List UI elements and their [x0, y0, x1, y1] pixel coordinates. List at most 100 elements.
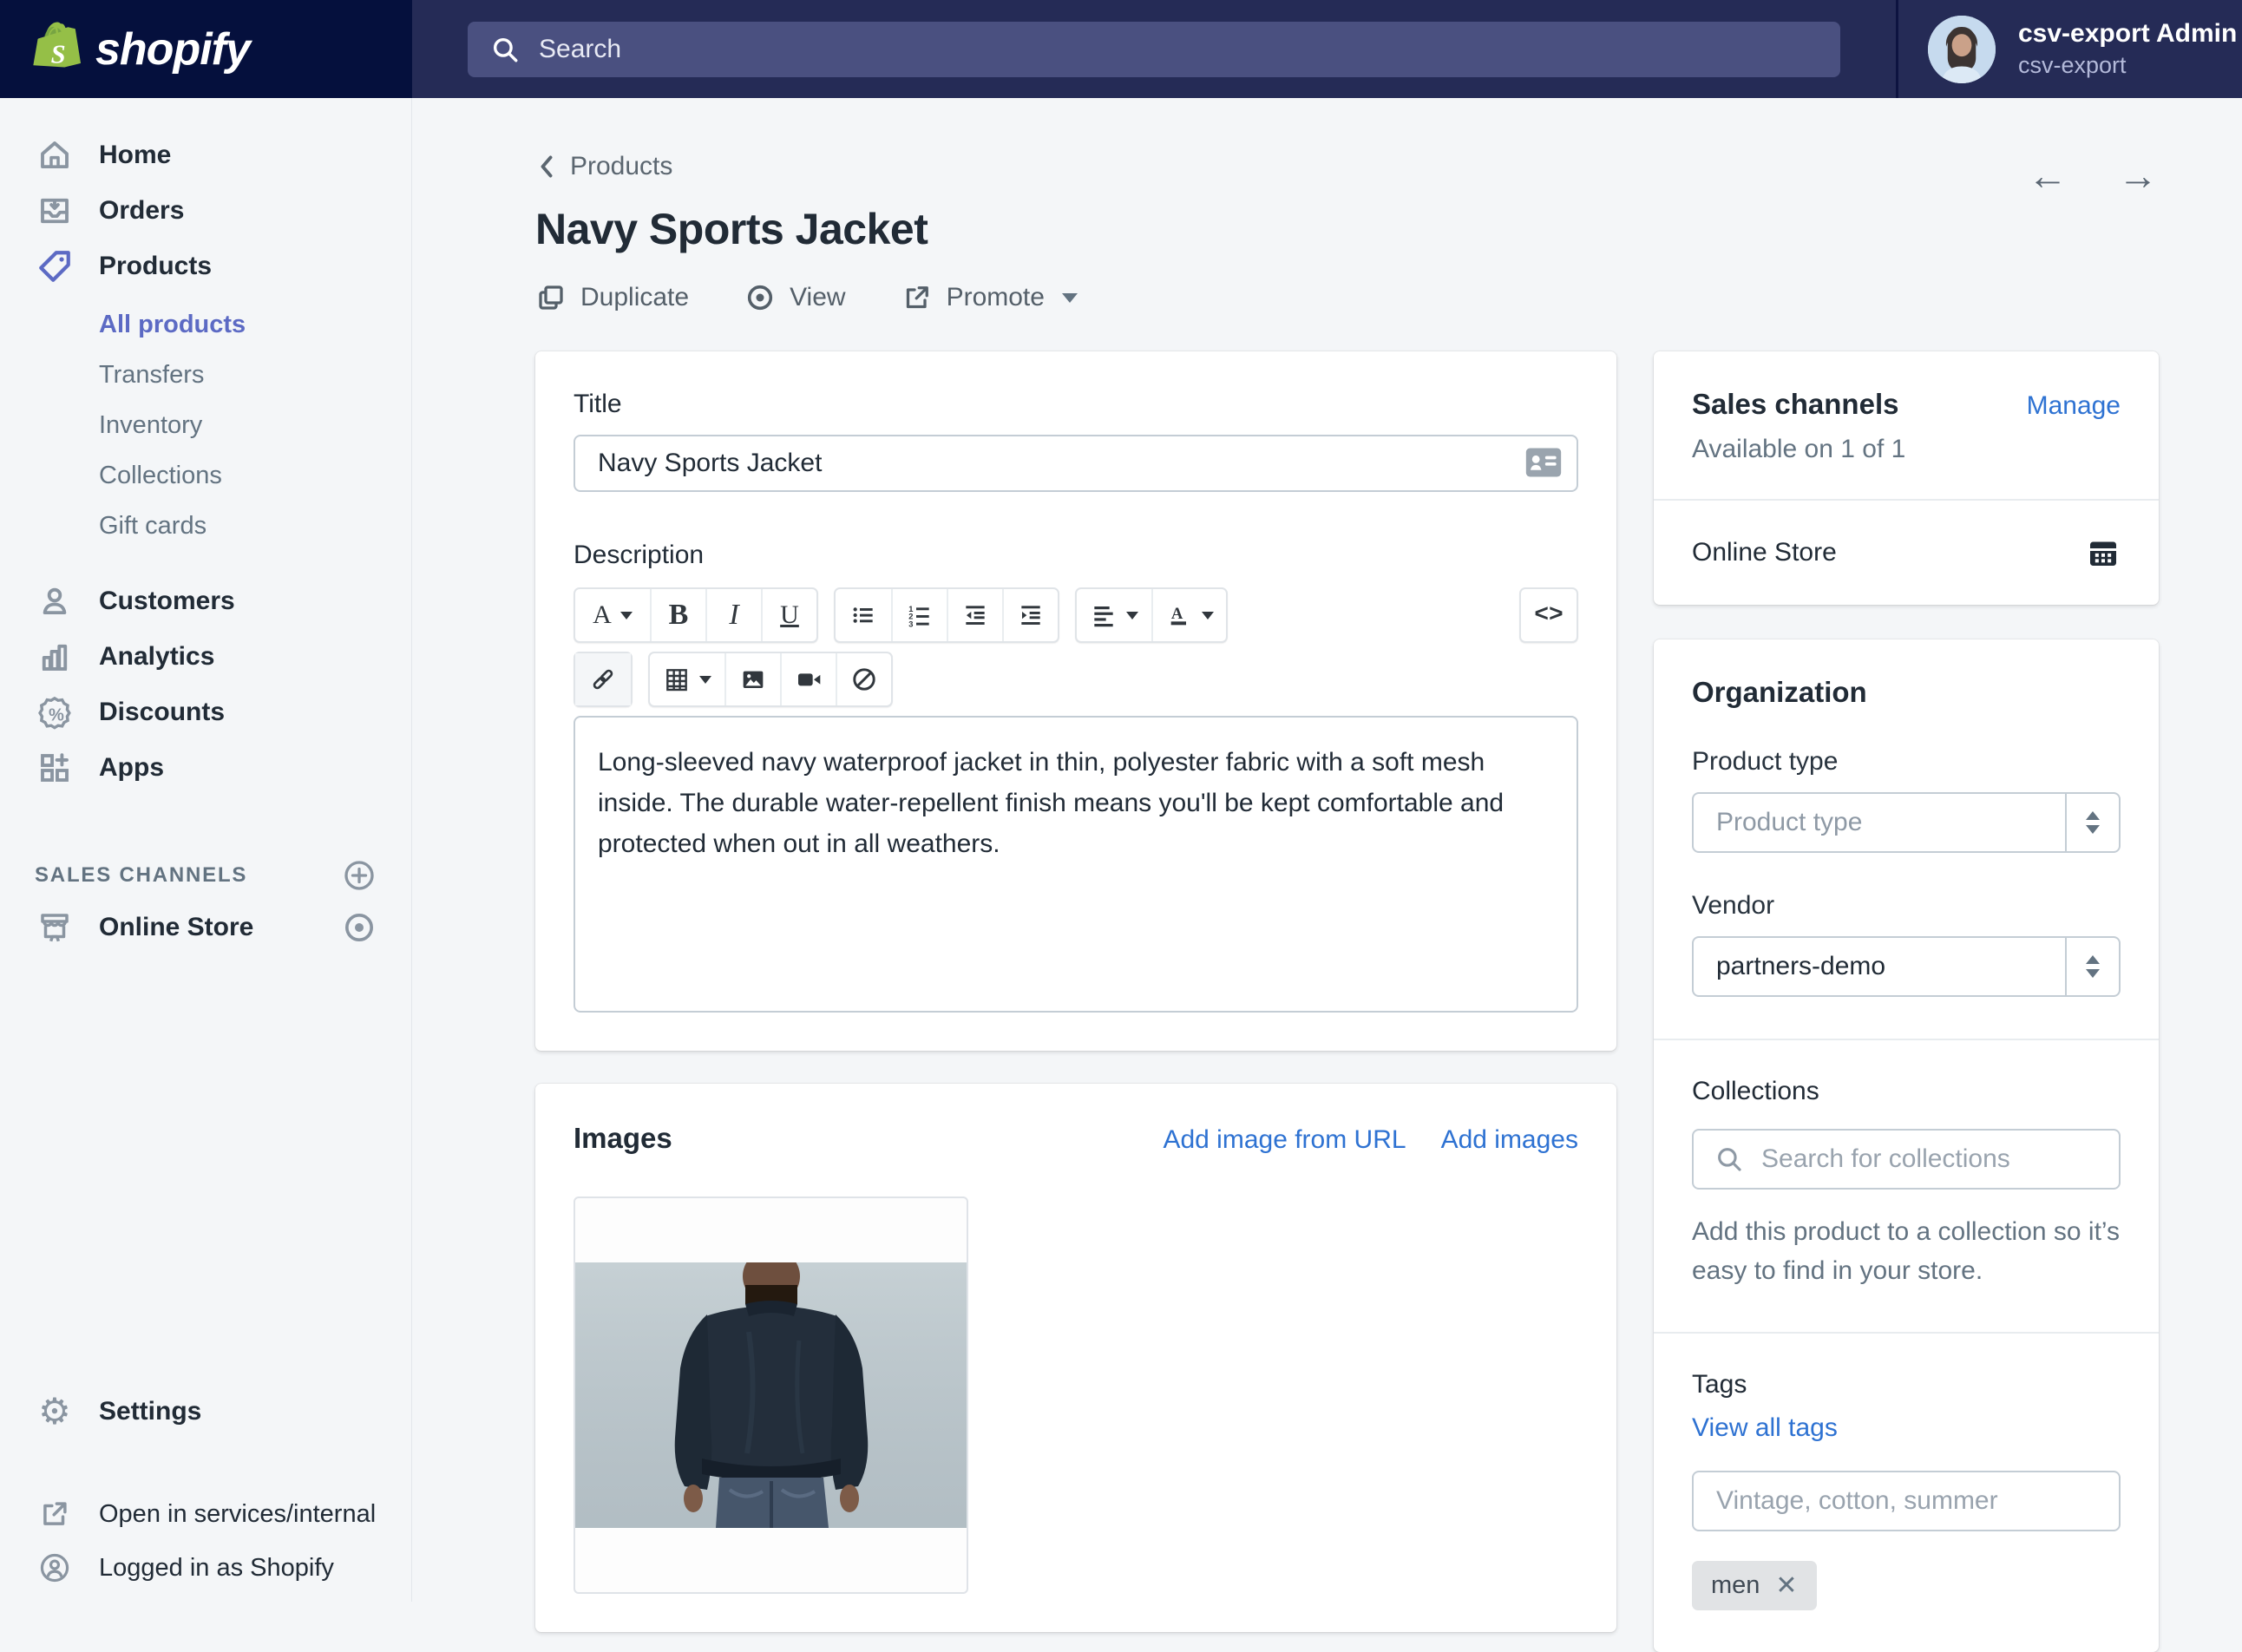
tags-section: Tags View all tags men ✕: [1654, 1334, 2159, 1652]
product-details-card: Title Description: [535, 351, 1616, 1051]
duplicate-icon: [535, 282, 567, 313]
underline-button[interactable]: U: [761, 589, 816, 641]
analytics-icon: [35, 639, 75, 675]
sidebar-item-orders[interactable]: Orders: [0, 183, 411, 239]
insert-table-button[interactable]: [650, 653, 724, 705]
bold-button[interactable]: B: [650, 589, 705, 641]
duplicate-button[interactable]: Duplicate: [535, 282, 689, 313]
sidebar-item-inventory[interactable]: Inventory: [0, 400, 411, 450]
description-label: Description: [574, 541, 1578, 570]
organization-section: Organization Product type Product type V…: [1654, 639, 2159, 1039]
apps-icon: [35, 750, 75, 786]
preview-store-icon[interactable]: [342, 910, 377, 945]
italic-button[interactable]: I: [705, 589, 761, 641]
breadcrumb[interactable]: Products: [535, 152, 672, 181]
sidebar-item-collections[interactable]: Collections: [0, 450, 411, 501]
online-store-channel-row: Online Store: [1654, 501, 2159, 605]
sidebar-footer: ⚙ Settings Open in services/internal Log…: [0, 1385, 411, 1602]
add-sales-channel-icon[interactable]: [342, 858, 377, 893]
top-bar: S shopify csv-export Admin: [0, 0, 2242, 98]
sidebar-item-home[interactable]: Home: [0, 128, 411, 183]
title-input[interactable]: [574, 435, 1578, 492]
product-image-thumbnail[interactable]: [574, 1196, 968, 1594]
richtext-toolbar: A B I U 123: [574, 587, 1578, 707]
svg-text:A: A: [1171, 605, 1183, 623]
sidebar-item-settings[interactable]: ⚙ Settings: [0, 1385, 411, 1439]
search-icon: [1714, 1144, 1744, 1174]
collections-search-input[interactable]: [1761, 1144, 2098, 1174]
sidebar-item-products[interactable]: Products: [0, 239, 411, 294]
remove-tag-icon[interactable]: ✕: [1775, 1573, 1797, 1599]
sales-channels-header: SALES CHANNELS: [0, 851, 411, 900]
product-type-label: Product type: [1692, 747, 2121, 777]
bullet-list-button[interactable]: [836, 589, 891, 641]
chevron-down-icon: [1062, 293, 1078, 303]
products-subnav: All products Transfers Inventory Collect…: [0, 299, 411, 551]
svg-text:S: S: [51, 39, 66, 69]
topbar-search-zone: [412, 0, 1896, 98]
numbered-list-button[interactable]: 123: [891, 589, 947, 641]
collections-label: Collections: [1692, 1077, 2121, 1106]
title-label: Title: [574, 390, 1578, 419]
page-title: Navy Sports Jacket: [535, 204, 2158, 254]
sidebar-item-transfers[interactable]: Transfers: [0, 350, 411, 400]
discounts-icon: %: [35, 694, 75, 731]
manage-sales-channels-link[interactable]: Manage: [2027, 391, 2121, 421]
sidebar-item-open-services[interactable]: Open in services/internal: [0, 1487, 411, 1541]
product-type-select[interactable]: Product type: [1692, 792, 2121, 853]
indent-button[interactable]: [1002, 589, 1058, 641]
sidebar-item-logged-in-as[interactable]: Logged in as Shopify: [0, 1541, 411, 1595]
add-images-link[interactable]: Add images: [1441, 1125, 1578, 1155]
format-style-button[interactable]: A: [575, 589, 650, 641]
page-actions: Duplicate View Promote: [535, 282, 2158, 313]
calendar-icon[interactable]: [2086, 535, 2121, 570]
sales-channels-card: Sales channels Manage Available on 1 of …: [1654, 351, 2159, 605]
user-name: csv-export Admin: [2018, 17, 2237, 50]
alignment-button[interactable]: [1077, 589, 1151, 641]
tags-input[interactable]: [1692, 1471, 2121, 1531]
collections-help-text: Add this product to a collection so it’s…: [1692, 1212, 2121, 1290]
history-forward-arrow[interactable]: →: [2118, 155, 2158, 195]
chevron-left-icon: [535, 154, 558, 180]
add-image-from-url-link[interactable]: Add image from URL: [1163, 1125, 1406, 1155]
avatar: [1928, 16, 1996, 83]
sidebar-item-all-products[interactable]: All products: [0, 299, 411, 350]
shopify-bag-icon: S: [33, 22, 83, 77]
organization-card: Organization Product type Product type V…: [1654, 639, 2159, 1652]
insert-video-button[interactable]: [780, 653, 836, 705]
sidebar-item-apps[interactable]: Apps: [0, 740, 411, 796]
outdent-button[interactable]: [947, 589, 1002, 641]
insert-image-button[interactable]: [724, 653, 780, 705]
availability-text: Available on 1 of 1: [1692, 435, 2121, 464]
stepper-arrows-icon: [2065, 794, 2119, 851]
sidebar-item-gift-cards[interactable]: Gift cards: [0, 501, 411, 551]
text-color-button[interactable]: A: [1151, 589, 1226, 641]
tags-label: Tags: [1692, 1370, 2121, 1400]
organization-heading: Organization: [1692, 676, 2121, 709]
view-button[interactable]: View: [744, 282, 845, 313]
person-circle-icon: [35, 1551, 75, 1584]
sidebar-item-analytics[interactable]: Analytics: [0, 629, 411, 685]
search-input[interactable]: [539, 35, 1818, 64]
history-back-arrow[interactable]: ←: [2028, 155, 2068, 195]
storefront-icon: [35, 909, 75, 946]
sidebar-item-customers[interactable]: Customers: [0, 574, 411, 629]
sidebar-item-online-store[interactable]: Online Store: [0, 900, 411, 955]
sidebar-item-discounts[interactable]: % Discounts: [0, 685, 411, 740]
images-heading: Images: [574, 1122, 672, 1155]
description-editor[interactable]: Long-sleeved navy waterproof jacket in t…: [574, 716, 1578, 1013]
search-bar[interactable]: [468, 22, 1840, 77]
shopify-logo[interactable]: S shopify: [0, 0, 412, 98]
vendor-select[interactable]: partners-demo: [1692, 936, 2121, 997]
tag-chip-men: men ✕: [1692, 1561, 1817, 1610]
view-all-tags-link[interactable]: View all tags: [1692, 1413, 2121, 1443]
product-photo: [575, 1262, 967, 1528]
code-view-button[interactable]: <>: [1521, 589, 1577, 641]
external-link-icon: [35, 1498, 75, 1531]
home-icon: [35, 137, 75, 174]
insert-link-button[interactable]: [575, 653, 631, 705]
user-menu[interactable]: csv-export Admin csv-export: [1896, 0, 2242, 98]
promote-button[interactable]: Promote: [901, 282, 1078, 313]
search-icon: [490, 35, 520, 64]
clear-formatting-button[interactable]: [836, 653, 891, 705]
